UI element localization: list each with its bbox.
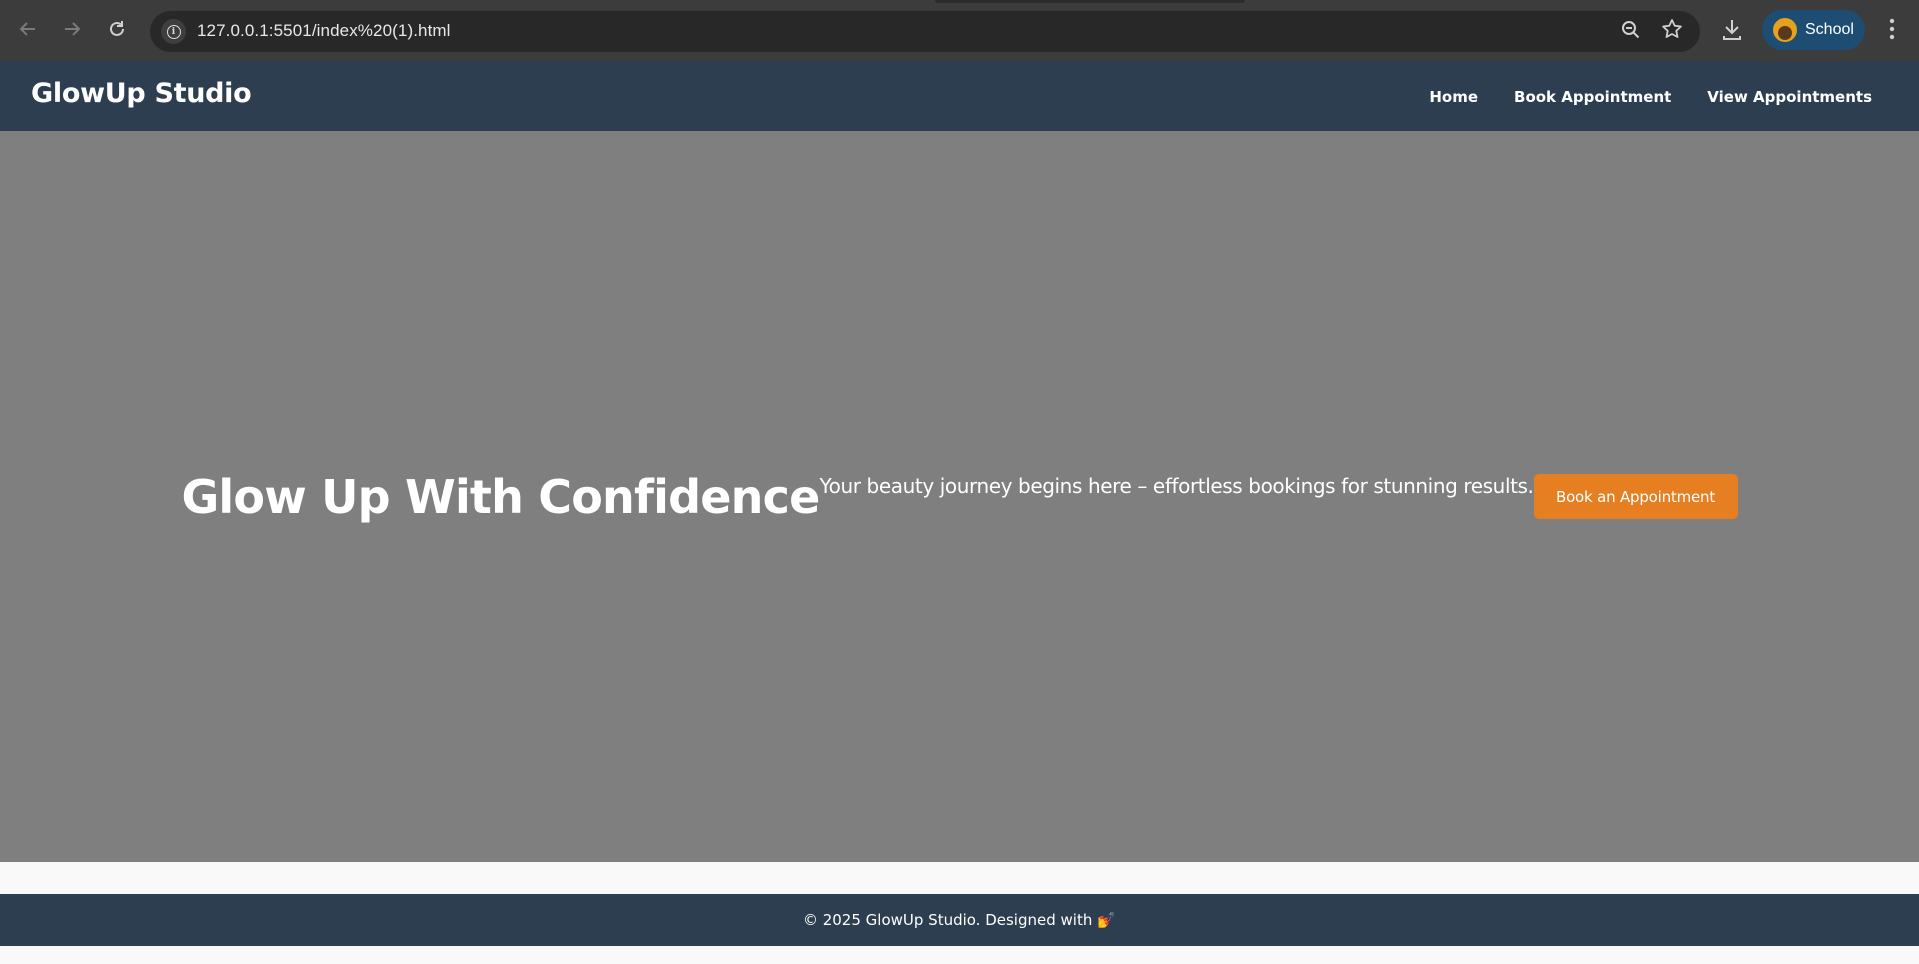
footer-text: © 2025 GlowUp Studio. Designed with: [802, 911, 1093, 929]
hero-subtitle: Your beauty journey begins here – effort…: [819, 473, 1534, 498]
address-url[interactable]: 127.0.0.1:5501/index%20(1).html: [197, 21, 451, 41]
tab-strip: [0, 0, 1919, 8]
nav-view-appointments[interactable]: View Appointments: [1707, 88, 1872, 106]
nail-polish-icon: 💅: [1097, 911, 1117, 929]
profile-button[interactable]: School: [1762, 10, 1865, 50]
book-appointment-button[interactable]: Book an Appointment: [1533, 474, 1738, 519]
download-icon[interactable]: [1717, 14, 1747, 44]
site-header: GlowUp Studio Home Book Appointment View…: [0, 61, 1919, 131]
more-menu-icon[interactable]: [1880, 14, 1904, 44]
site-footer: © 2025 GlowUp Studio. Designed with 💅: [0, 894, 1919, 946]
site-info-icon[interactable]: i: [161, 19, 186, 44]
bookmark-star-icon[interactable]: [1660, 17, 1684, 46]
avatar: [1773, 18, 1797, 42]
back-arrow-icon[interactable]: [13, 14, 43, 44]
brand-logo[interactable]: GlowUp Studio: [31, 78, 252, 109]
address-bar[interactable]: i 127.0.0.1:5501/index%20(1).html: [150, 11, 1700, 52]
forward-arrow-icon[interactable]: [57, 14, 87, 44]
hero-section: Glow Up With Confidence Your beauty jour…: [0, 131, 1919, 862]
zoom-out-icon[interactable]: [1620, 19, 1642, 46]
hero-title: Glow Up With Confidence: [181, 469, 820, 524]
browser-toolbar: i 127.0.0.1:5501/index%20(1).html School: [0, 0, 1919, 61]
reload-icon[interactable]: [102, 14, 132, 44]
main-nav: Home Book Appointment View Appointments: [1429, 88, 1872, 106]
nav-book-appointment[interactable]: Book Appointment: [1514, 88, 1671, 106]
hero-content: Glow Up With Confidence Your beauty jour…: [0, 131, 1919, 862]
tab-edge: [935, 0, 1245, 3]
nav-home[interactable]: Home: [1429, 88, 1478, 106]
profile-label: School: [1805, 21, 1854, 38]
